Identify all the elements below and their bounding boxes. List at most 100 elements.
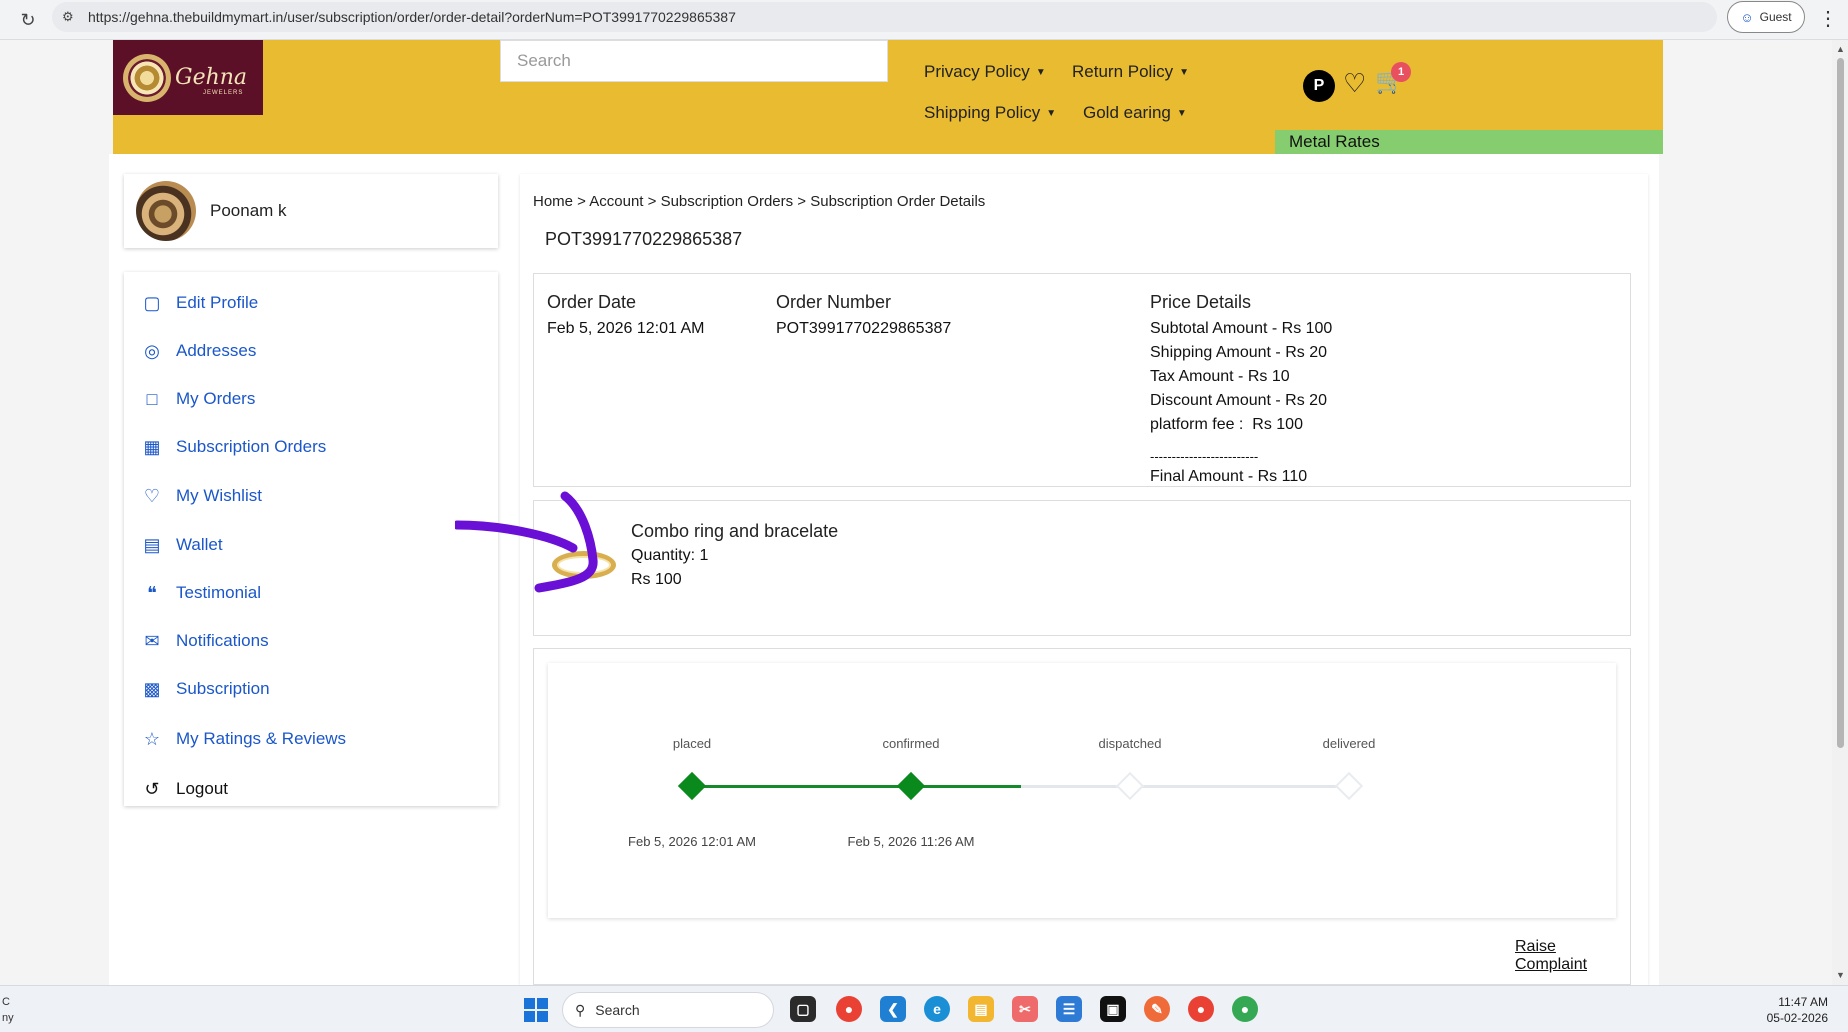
more-menu-icon[interactable]: ⋮ xyxy=(1818,6,1838,31)
calendar-icon: ▦ xyxy=(143,436,161,457)
price-details-column: Price Details Subtotal Amount - Rs 100 S… xyxy=(1150,292,1332,489)
nav-privacy-policy[interactable]: Privacy Policy ▼ xyxy=(924,62,1046,82)
order-date-value: Feb 5, 2026 12:01 AM xyxy=(547,320,705,337)
vscode-icon[interactable]: ❮ xyxy=(880,996,906,1022)
stage-date-confirmed: Feb 5, 2026 11:26 AM xyxy=(847,834,975,849)
weather-widget[interactable]: C ny xyxy=(2,994,14,1026)
stage-marker-dispatched xyxy=(1115,771,1145,801)
logo-subtext: JEWELERS xyxy=(203,90,244,96)
raise-complaint-link[interactable]: Raise Complaint xyxy=(1515,938,1630,974)
cart-count-badge: 1 xyxy=(1391,62,1411,82)
file-explorer-icon[interactable]: ▤ xyxy=(968,996,994,1022)
location-pin-icon: ◎ xyxy=(144,340,160,361)
annotation-arrow-icon xyxy=(455,491,598,593)
sidebar-item-subscription[interactable]: ▩ Subscription xyxy=(140,674,269,704)
metal-rates-bar[interactable]: Metal Rates xyxy=(1275,130,1663,154)
sidebar-item-edit-profile[interactable]: ▢ Edit Profile xyxy=(140,288,258,318)
progress-line-complete xyxy=(692,785,1021,788)
browser-toolbar: ↻ ⚙ https://gehna.thebuildmymart.in/user… xyxy=(0,0,1848,40)
discount-amount: Discount Amount - Rs 20 xyxy=(1150,392,1327,409)
order-tracker-box: placed confirmed dispatched delivered Fe… xyxy=(533,648,1631,985)
user-square-icon: ▢ xyxy=(143,292,161,313)
chevron-down-icon: ▼ xyxy=(1046,108,1057,119)
sidebar-item-addresses[interactable]: ◎ Addresses xyxy=(140,336,256,366)
nav-gold-earing[interactable]: Gold earing ▼ xyxy=(1083,103,1187,123)
sidebar-item-my-orders[interactable]: □ My Orders xyxy=(140,384,256,414)
snipping-tool-icon[interactable]: ✂ xyxy=(1012,996,1038,1022)
user-name: Poonam k xyxy=(210,201,287,220)
app-cube-icon[interactable]: ▣ xyxy=(1100,996,1126,1022)
subscription-icon: ▩ xyxy=(143,678,161,699)
logo-text: Gehna xyxy=(175,65,248,90)
order-detail-panel: Home > Account > Subscription Orders > S… xyxy=(520,174,1648,985)
price-details-label: Price Details xyxy=(1150,292,1252,312)
scroll-thumb[interactable] xyxy=(1837,58,1844,748)
logo[interactable]: Gehna JEWELERS xyxy=(113,40,263,115)
stage-marker-delivered xyxy=(1334,771,1364,801)
sidebar-item-notifications[interactable]: ✉ Notifications xyxy=(140,626,268,656)
task-view-icon[interactable]: ▢ xyxy=(790,996,816,1022)
stage-label-delivered: delivered xyxy=(1322,736,1376,751)
stage-label-placed: placed xyxy=(672,736,712,751)
heart-icon: ♡ xyxy=(143,485,161,506)
sidebar-item-testimonial[interactable]: ❝ Testimonial xyxy=(140,578,261,608)
stage-marker-placed xyxy=(677,771,707,801)
price-separator: ------------------------- xyxy=(1150,449,1259,464)
sidebar-item-ratings-reviews[interactable]: ☆ My Ratings & Reviews xyxy=(140,724,346,754)
quote-icon: ❝ xyxy=(147,582,157,603)
user-profile-card: Poonam k xyxy=(124,174,498,248)
person-icon: ☺ xyxy=(1740,9,1754,25)
sidebar-item-my-wishlist[interactable]: ♡ My Wishlist xyxy=(140,481,262,511)
order-number-value: POT3991770229865387 xyxy=(776,320,952,337)
product-quantity: Quantity: 1 xyxy=(631,547,709,564)
account-menu: ▢ Edit Profile ◎ Addresses □ My Orders ▦ Sub… xyxy=(124,272,498,806)
windows-start-icon[interactable] xyxy=(524,998,548,1022)
order-date-column: Order Date Feb 5, 2026 12:01 AM xyxy=(547,292,704,341)
notepad-icon[interactable]: ☰ xyxy=(1056,996,1082,1022)
scroll-up-icon[interactable]: ▲ xyxy=(1836,44,1845,54)
subtotal-amount: Subtotal Amount - Rs 100 xyxy=(1150,320,1333,337)
orders-icon: □ xyxy=(146,388,158,409)
chrome-profile-icon[interactable]: ● xyxy=(1188,996,1214,1022)
site-header: Gehna JEWELERS Privacy Policy▼ Return Po… xyxy=(113,40,1663,154)
guest-profile-button[interactable]: ☺ Guest xyxy=(1727,1,1805,33)
product-price: Rs 100 xyxy=(631,571,682,588)
reload-icon[interactable]: ↻ xyxy=(14,6,42,34)
page-scrollbar[interactable]: ▲ ▼ xyxy=(1832,40,1848,985)
order-number-label: Order Number xyxy=(776,292,892,312)
edge-icon[interactable]: e xyxy=(924,996,950,1022)
guest-label: Guest xyxy=(1759,10,1792,24)
nav-shipping-policy[interactable]: Shipping Policy ▼ xyxy=(924,103,1056,123)
order-id-heading: POT3991770229865387 xyxy=(545,229,743,249)
stage-label-confirmed: confirmed xyxy=(882,736,940,751)
sidebar-item-subscription-orders[interactable]: ▦ Subscription Orders xyxy=(140,432,326,462)
star-icon: ☆ xyxy=(143,728,161,749)
chevron-down-icon: ▼ xyxy=(1176,108,1187,119)
wishlist-heart-icon[interactable]: ♡ xyxy=(1343,70,1366,96)
profile-avatar-button[interactable]: P xyxy=(1303,70,1335,102)
tax-amount: Tax Amount - Rs 10 xyxy=(1150,368,1290,385)
system-clock[interactable]: 11:47 AM 05-02-2026 xyxy=(1762,994,1828,1026)
order-date-label: Order Date xyxy=(547,292,637,312)
final-amount: Final Amount - Rs 110 xyxy=(1150,468,1308,485)
postman-icon[interactable]: ✎ xyxy=(1144,996,1170,1022)
sidebar-item-logout[interactable]: ↺ Logout xyxy=(140,774,228,804)
chrome-guest-icon[interactable]: ● xyxy=(1232,996,1258,1022)
search-input[interactable] xyxy=(500,40,888,82)
product-name[interactable]: Combo ring and bracelate xyxy=(631,521,838,542)
sidebar-item-wallet[interactable]: ▤ Wallet xyxy=(140,530,222,560)
chrome-icon[interactable]: ● xyxy=(836,996,862,1022)
breadcrumb[interactable]: Home > Account > Subscription Orders > S… xyxy=(533,193,985,210)
stage-label-dispatched: dispatched xyxy=(1098,736,1162,751)
product-item-box: Combo ring and bracelate Quantity: 1 Rs … xyxy=(533,500,1631,636)
taskbar-search[interactable]: ⚲ Search xyxy=(562,992,774,1028)
address-bar[interactable]: ⚙ https://gehna.thebuildmymart.in/user/s… xyxy=(52,2,1717,32)
scroll-down-icon[interactable]: ▼ xyxy=(1836,970,1845,980)
nav-return-policy[interactable]: Return Policy ▼ xyxy=(1072,62,1189,82)
site-info-icon[interactable]: ⚙ xyxy=(62,9,74,25)
wallet-icon: ▤ xyxy=(143,534,161,555)
chevron-down-icon: ▼ xyxy=(1179,67,1190,78)
progress-line-pending xyxy=(1021,785,1349,788)
url-text[interactable]: https://gehna.thebuildmymart.in/user/sub… xyxy=(88,9,736,25)
chevron-down-icon: ▼ xyxy=(1035,67,1046,78)
